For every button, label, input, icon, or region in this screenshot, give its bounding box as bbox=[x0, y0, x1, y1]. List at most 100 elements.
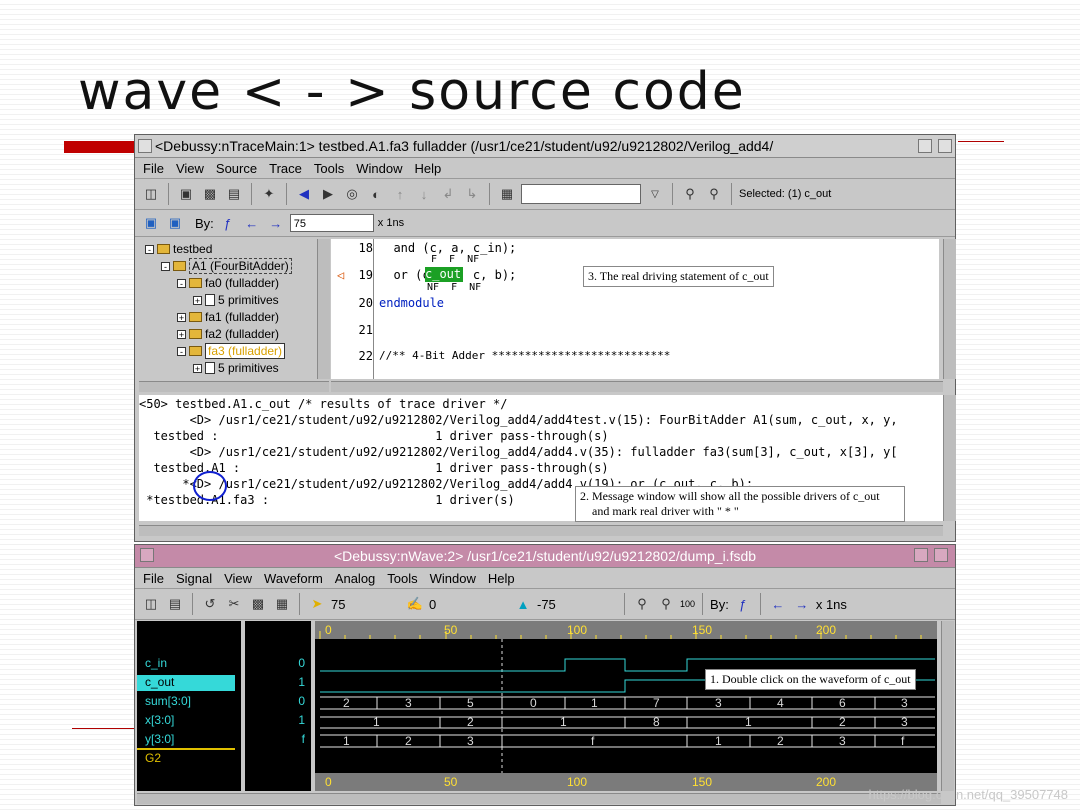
state-icon[interactable]: ▤ bbox=[224, 184, 244, 204]
tree-item-fa3[interactable]: - fa3 (fulladder) bbox=[177, 343, 286, 359]
slide-title: wave < - > source code bbox=[78, 62, 746, 122]
down-arrow-icon[interactable]: ↓ bbox=[414, 184, 434, 204]
undo-icon[interactable]: ↺ bbox=[200, 594, 220, 614]
trace-window-title: <Debussy:nTraceMain:1> testbed.A1.fa3 fu… bbox=[155, 138, 774, 154]
menu-file[interactable]: File bbox=[143, 571, 164, 586]
signal-icon[interactable]: ▤ bbox=[165, 594, 185, 614]
up-arrow-icon[interactable]: ↑ bbox=[390, 184, 410, 204]
tree-scrollbar[interactable] bbox=[317, 239, 330, 379]
zoom-in-icon[interactable]: ⚲ bbox=[656, 594, 676, 614]
hierarchy-icon[interactable]: ▣ bbox=[176, 184, 196, 204]
accent-line bbox=[72, 728, 134, 729]
time-input[interactable]: 75 bbox=[289, 214, 374, 232]
tree-item-primitives[interactable]: +5 primitives bbox=[193, 292, 279, 308]
wave-scrollbar[interactable] bbox=[941, 621, 954, 791]
driver-icon[interactable]: ◎ bbox=[342, 184, 362, 204]
menu-signal[interactable]: Signal bbox=[176, 571, 212, 586]
wave-hscrollbar[interactable] bbox=[137, 793, 941, 804]
signal-name[interactable]: x[3:0] bbox=[145, 713, 174, 727]
window-menu-icon[interactable] bbox=[138, 139, 152, 153]
collapse-icon[interactable]: - bbox=[161, 261, 170, 271]
highlighted-c-out[interactable]: c_out bbox=[425, 267, 463, 282]
prev-edge-icon[interactable]: ← bbox=[242, 213, 262, 233]
menu-window[interactable]: Window bbox=[356, 161, 402, 176]
paste-icon[interactable]: ▦ bbox=[272, 594, 292, 614]
menu-analog[interactable]: Analog bbox=[335, 571, 375, 586]
menu-waveform[interactable]: Waveform bbox=[264, 571, 323, 586]
trace-right-icon[interactable]: ↳ bbox=[462, 184, 482, 204]
tree-label: A1 (FourBitAdder) bbox=[189, 258, 292, 274]
maximize-icon[interactable] bbox=[938, 139, 952, 153]
maximize-icon[interactable] bbox=[934, 548, 948, 562]
prev-edge-icon[interactable]: ← bbox=[768, 594, 788, 614]
group-name[interactable]: G2 bbox=[145, 751, 161, 765]
edge-icon[interactable]: ƒ bbox=[218, 213, 238, 233]
menu-view[interactable]: View bbox=[224, 571, 252, 586]
zoom-out-icon[interactable]: ⚲ bbox=[632, 594, 652, 614]
message-hscrollbar[interactable] bbox=[139, 525, 943, 536]
menu-help[interactable]: Help bbox=[414, 161, 441, 176]
message-line[interactable]: <D> /usr1/ce21/student/u92/u9212802/Veri… bbox=[139, 445, 898, 459]
window-menu-icon[interactable] bbox=[140, 548, 154, 562]
tree-item-fa0[interactable]: - fa0 (fulladder) bbox=[177, 275, 279, 291]
message-scrollbar[interactable] bbox=[943, 395, 956, 521]
source-line[interactable]: //** 4-Bit Adder ***********************… bbox=[379, 349, 670, 362]
collapse-icon[interactable]: - bbox=[145, 244, 154, 254]
watermark: https://blog.csdn.net/qq_39507748 bbox=[868, 787, 1069, 802]
expand-icon[interactable]: + bbox=[177, 312, 186, 322]
find-icon[interactable]: ✦ bbox=[259, 184, 279, 204]
collapse-icon[interactable]: - bbox=[177, 346, 186, 356]
copy-icon[interactable]: ▩ bbox=[248, 594, 268, 614]
forward-icon[interactable]: ▶ bbox=[318, 184, 338, 204]
next-edge-icon[interactable]: → bbox=[792, 594, 812, 614]
menu-view[interactable]: View bbox=[176, 161, 204, 176]
menu-source[interactable]: Source bbox=[216, 161, 257, 176]
back-icon[interactable]: ◀ bbox=[294, 184, 314, 204]
zoom-fit-icon[interactable]: ▣ bbox=[141, 213, 161, 233]
collapse-icon[interactable]: - bbox=[177, 278, 186, 288]
search-up-icon[interactable]: ⚲ bbox=[680, 184, 700, 204]
tree-item-fa2[interactable]: + fa2 (fulladder) bbox=[177, 326, 279, 342]
search-down-icon[interactable]: ⚲ bbox=[704, 184, 724, 204]
source-line[interactable]: and (c, a, c_in); bbox=[379, 241, 516, 255]
signal-name[interactable]: c_out bbox=[145, 675, 174, 689]
tree-hscrollbar[interactable] bbox=[139, 381, 329, 392]
tree-item-fa1[interactable]: + fa1 (fulladder) bbox=[177, 309, 279, 325]
source-hscrollbar[interactable] bbox=[331, 381, 943, 392]
source-scrollbar[interactable] bbox=[943, 239, 956, 379]
trace-left-icon[interactable]: ↲ bbox=[438, 184, 458, 204]
menu-window[interactable]: Window bbox=[430, 571, 476, 586]
x-value: 1 bbox=[745, 715, 752, 729]
menu-file[interactable]: File bbox=[143, 161, 164, 176]
minimize-icon[interactable] bbox=[914, 548, 928, 562]
edge-icon[interactable]: ƒ bbox=[733, 594, 753, 614]
signal-name[interactable]: c_in bbox=[145, 656, 167, 670]
minimize-icon[interactable] bbox=[918, 139, 932, 153]
load-icon[interactable]: ◐ bbox=[366, 184, 386, 204]
expand-icon[interactable]: + bbox=[177, 329, 186, 339]
next-edge-icon[interactable]: → bbox=[266, 213, 286, 233]
dropdown-icon[interactable]: ▽ bbox=[645, 184, 665, 204]
signal-name[interactable]: y[3:0] bbox=[145, 732, 174, 746]
source-line[interactable]: endmodule bbox=[379, 296, 444, 310]
menu-trace[interactable]: Trace bbox=[269, 161, 302, 176]
open-icon[interactable]: ◫ bbox=[141, 184, 161, 204]
expand-icon[interactable]: + bbox=[193, 295, 202, 305]
zoom-100-button[interactable]: 100 bbox=[680, 599, 695, 609]
open-icon[interactable]: ◫ bbox=[141, 594, 161, 614]
tree-item-primitives[interactable]: +5 primitives bbox=[193, 360, 279, 376]
menu-tools[interactable]: Tools bbox=[387, 571, 417, 586]
message-line[interactable]: <D> /usr1/ce21/student/u92/u9212802/Veri… bbox=[139, 413, 898, 427]
menu-tools[interactable]: Tools bbox=[314, 161, 344, 176]
expand-icon[interactable]: + bbox=[193, 363, 202, 373]
schematic-icon[interactable]: ▩ bbox=[200, 184, 220, 204]
tree-item-a1[interactable]: - A1 (FourBitAdder) bbox=[161, 258, 292, 274]
clipboard-icon[interactable]: ▦ bbox=[497, 184, 517, 204]
signal-name[interactable]: sum[3:0] bbox=[145, 694, 191, 708]
waveform-pane[interactable]: 0 50 100 150 200 0 50 100 150 200 2 3 5 … bbox=[315, 621, 937, 791]
menu-help[interactable]: Help bbox=[488, 571, 515, 586]
search-combo[interactable] bbox=[521, 184, 641, 204]
cut-icon[interactable]: ✂ bbox=[224, 594, 244, 614]
tree-item-testbed[interactable]: - testbed bbox=[145, 241, 212, 257]
zoom-area-icon[interactable]: ▣ bbox=[165, 213, 185, 233]
